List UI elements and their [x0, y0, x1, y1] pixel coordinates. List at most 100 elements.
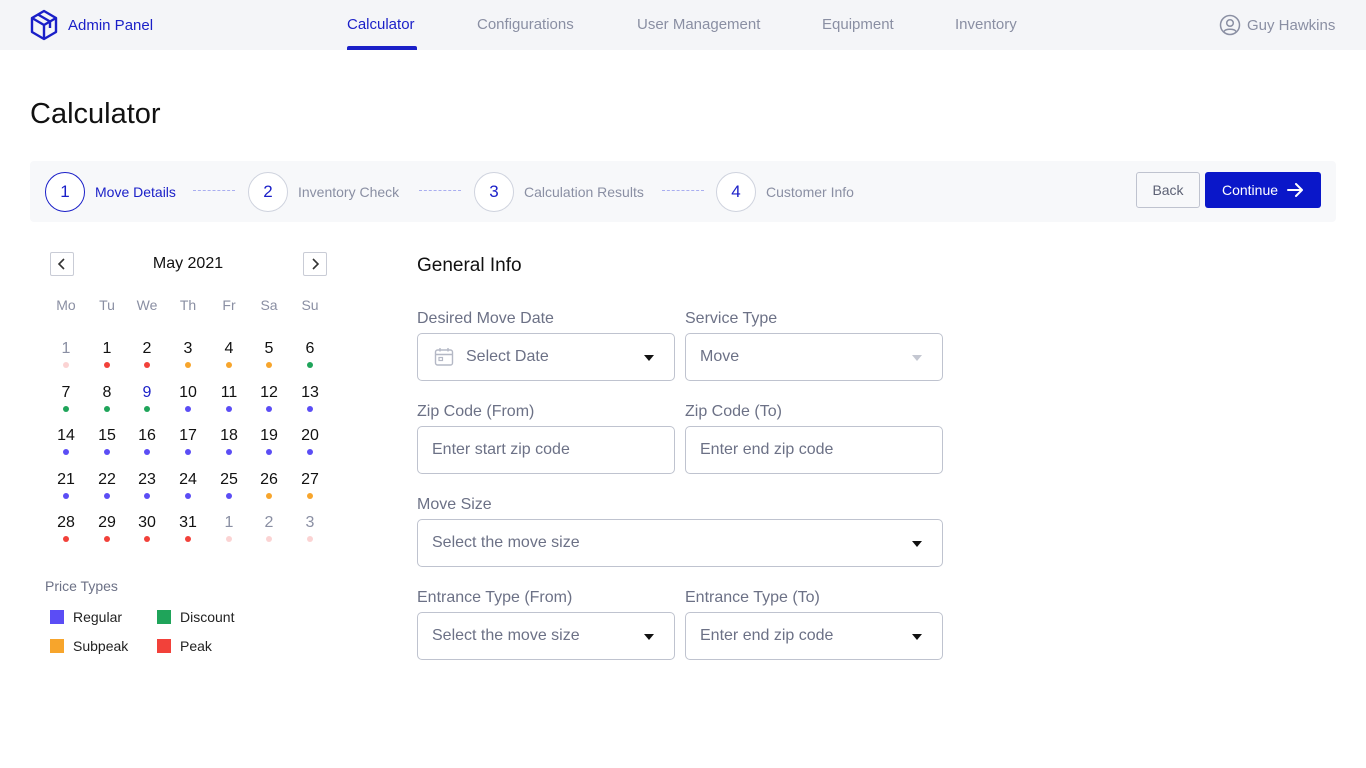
- move-size-select[interactable]: Select the move size: [417, 519, 943, 567]
- zip-to-input[interactable]: [686, 441, 942, 459]
- nav-item-equipment[interactable]: Equipment: [822, 16, 894, 33]
- price-type-dot: [104, 362, 110, 368]
- step-1-label[interactable]: Move Details: [95, 184, 176, 200]
- price-type-dot: [226, 449, 232, 455]
- calendar-day[interactable]: 27: [295, 471, 325, 489]
- legend-swatch: [50, 639, 64, 653]
- legend-item-subpeak: Subpeak: [50, 638, 128, 654]
- calendar-day[interactable]: 6: [295, 340, 325, 358]
- calendar-day[interactable]: 10: [173, 384, 203, 402]
- calendar-day[interactable]: 2: [254, 514, 284, 532]
- user-avatar-icon: [1219, 14, 1241, 36]
- entrance-to-select[interactable]: Enter end zip code: [685, 612, 943, 660]
- step-connector: [419, 190, 461, 191]
- calendar-day[interactable]: 12: [254, 384, 284, 402]
- legend-title: Price Types: [45, 578, 118, 594]
- nav-item-inventory[interactable]: Inventory: [955, 16, 1017, 33]
- legend-swatch: [157, 639, 171, 653]
- calendar-day[interactable]: 1: [92, 340, 122, 358]
- entrance-from-select[interactable]: Select the move size: [417, 612, 675, 660]
- price-type-dot: [144, 493, 150, 499]
- price-type-dot: [63, 449, 69, 455]
- service-type-select[interactable]: Move: [685, 333, 943, 381]
- price-type-dot: [185, 449, 191, 455]
- calendar-day[interactable]: 31: [173, 514, 203, 532]
- entrance-to-label: Entrance Type (To): [685, 589, 820, 606]
- price-type-dot: [307, 536, 313, 542]
- calendar-day[interactable]: 3: [173, 340, 203, 358]
- calendar-day[interactable]: 7: [51, 384, 81, 402]
- chevron-right-icon: [312, 258, 320, 270]
- calendar-day[interactable]: 1: [51, 340, 81, 358]
- calendar-day[interactable]: 20: [295, 427, 325, 445]
- price-type-dot: [226, 493, 232, 499]
- step-3-label[interactable]: Calculation Results: [524, 184, 644, 200]
- chevron-down-icon: [912, 541, 922, 547]
- calendar-next-button[interactable]: [303, 252, 327, 276]
- weekday-header: Fr: [222, 297, 236, 313]
- calendar-day[interactable]: 15: [92, 427, 122, 445]
- nav-item-calculator[interactable]: Calculator: [347, 16, 415, 33]
- calendar-day[interactable]: 19: [254, 427, 284, 445]
- price-type-dot: [104, 406, 110, 412]
- back-button[interactable]: Back: [1136, 172, 1200, 208]
- calendar-day[interactable]: 9: [132, 384, 162, 402]
- calendar-day[interactable]: 30: [132, 514, 162, 532]
- calendar-prev-button[interactable]: [50, 252, 74, 276]
- calendar-day[interactable]: 8: [92, 384, 122, 402]
- calendar-day[interactable]: 28: [51, 514, 81, 532]
- zip-from-field: [417, 426, 675, 474]
- price-type-dot: [144, 536, 150, 542]
- calendar-day[interactable]: 13: [295, 384, 325, 402]
- zip-from-input[interactable]: [418, 441, 674, 459]
- calendar-day[interactable]: 23: [132, 471, 162, 489]
- move-date-value: Select Date: [466, 348, 549, 365]
- calendar-day[interactable]: 2: [132, 340, 162, 358]
- price-type-dot: [307, 406, 313, 412]
- step-4-number[interactable]: 4: [716, 172, 756, 212]
- section-title: General Info: [417, 255, 522, 276]
- calendar-day[interactable]: 3: [295, 514, 325, 532]
- step-connector: [662, 190, 704, 191]
- legend-label: Subpeak: [73, 638, 129, 654]
- calendar-day[interactable]: 1: [214, 514, 244, 532]
- chevron-down-icon: [644, 634, 654, 640]
- price-type-dot: [307, 362, 313, 368]
- step-3-number[interactable]: 3: [474, 172, 514, 212]
- calendar-day[interactable]: 14: [51, 427, 81, 445]
- nav-item-configurations[interactable]: Configurations: [477, 16, 574, 33]
- zip-to-field: [685, 426, 943, 474]
- continue-button[interactable]: Continue: [1205, 172, 1321, 208]
- calendar-day[interactable]: 25: [214, 471, 244, 489]
- brand[interactable]: Admin Panel: [30, 9, 153, 41]
- move-date-select[interactable]: Select Date: [417, 333, 675, 381]
- step-2-number[interactable]: 2: [248, 172, 288, 212]
- legend-swatch: [157, 610, 171, 624]
- price-type-dot: [63, 536, 69, 542]
- step-1-number[interactable]: 1: [45, 172, 85, 212]
- calendar-day[interactable]: 22: [92, 471, 122, 489]
- calendar-day[interactable]: 29: [92, 514, 122, 532]
- calendar-icon: [434, 348, 454, 366]
- service-type-label: Service Type: [685, 310, 778, 327]
- legend-label: Discount: [180, 609, 235, 625]
- calendar-day[interactable]: 5: [254, 340, 284, 358]
- price-type-dot: [266, 406, 272, 412]
- weekday-header: Tu: [99, 297, 115, 313]
- user-menu[interactable]: Guy Hawkins: [1219, 14, 1335, 36]
- nav-item-user-management[interactable]: User Management: [637, 16, 760, 33]
- calendar-day[interactable]: 4: [214, 340, 244, 358]
- calendar-day[interactable]: 17: [173, 427, 203, 445]
- calendar-day[interactable]: 11: [214, 384, 244, 402]
- move-size-label: Move Size: [417, 496, 492, 513]
- calendar-day[interactable]: 18: [214, 427, 244, 445]
- calendar-day[interactable]: 26: [254, 471, 284, 489]
- chevron-left-icon: [57, 258, 65, 270]
- calendar-day[interactable]: 24: [173, 471, 203, 489]
- page-title: Calculator: [30, 98, 161, 130]
- step-4-label[interactable]: Customer Info: [766, 184, 854, 200]
- calendar-day[interactable]: 16: [132, 427, 162, 445]
- chevron-down-icon: [912, 634, 922, 640]
- calendar-day[interactable]: 21: [51, 471, 81, 489]
- step-2-label[interactable]: Inventory Check: [298, 184, 399, 200]
